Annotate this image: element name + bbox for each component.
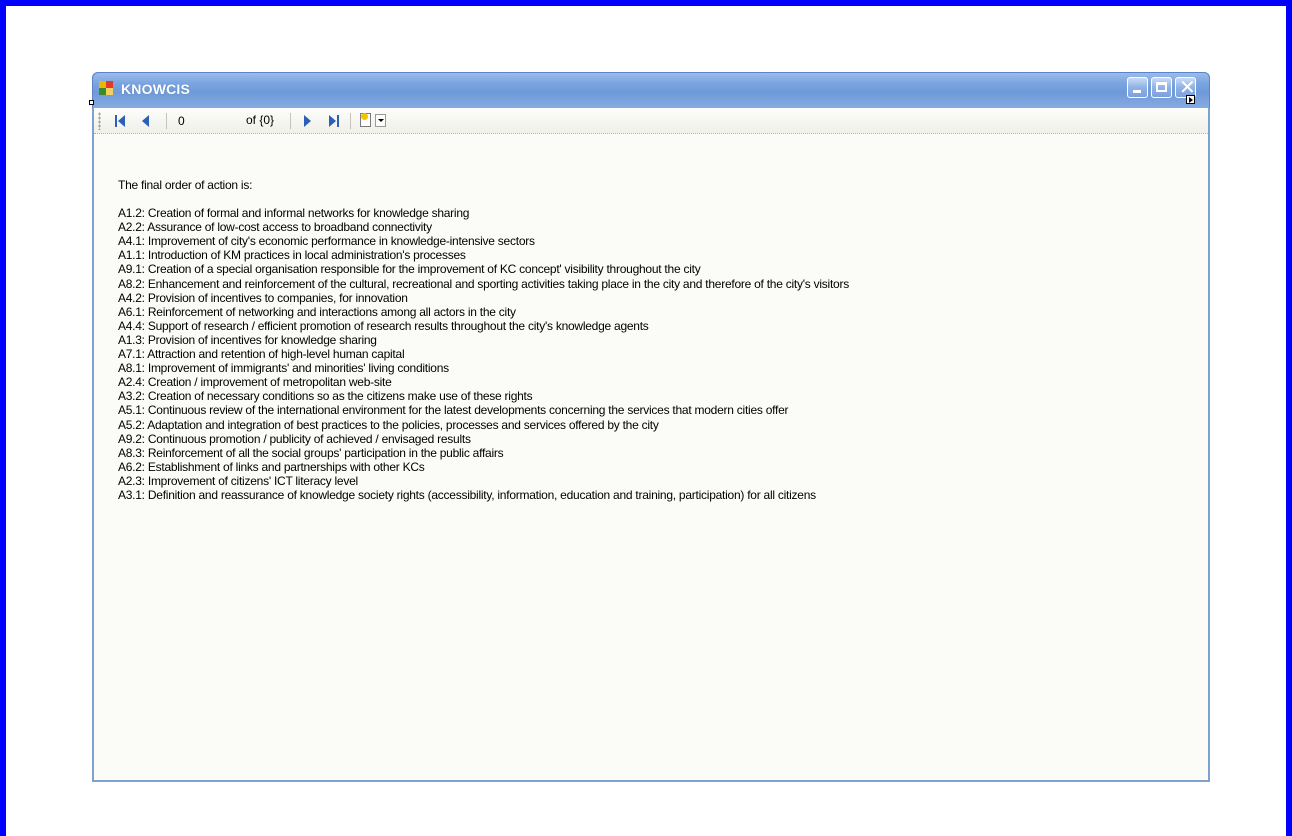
- move-last-button[interactable]: [326, 113, 342, 129]
- action-item: A1.2: Creation of formal and informal ne…: [118, 206, 470, 221]
- move-next-icon: [304, 115, 311, 127]
- action-item: A2.4: Creation / improvement of metropol…: [118, 375, 392, 390]
- action-item: A8.2: Enhancement and reinforcement of t…: [118, 276, 849, 291]
- new-document-icon: [360, 113, 371, 127]
- move-last-icon: [329, 115, 336, 127]
- selection-handle[interactable]: [89, 100, 94, 105]
- action-item: A8.3: Reinforcement of all the social gr…: [118, 445, 504, 460]
- action-item: A5.2: Adaptation and integration of best…: [118, 417, 659, 432]
- move-first-icon: [115, 115, 117, 127]
- action-item: A5.1: Continuous review of the internati…: [118, 403, 789, 418]
- action-list: A1.2: Creation of formal and informal ne…: [118, 206, 1198, 502]
- action-item: A2.2: Assurance of low-cost access to br…: [118, 220, 432, 235]
- count-label: of {0}: [246, 113, 275, 127]
- report-text: The final order of action is: A1.2: Crea…: [118, 178, 1198, 502]
- minimize-button[interactable]: [1127, 77, 1148, 98]
- toolbar-grip[interactable]: [98, 112, 101, 130]
- move-next-button[interactable]: [300, 113, 316, 129]
- action-item: A6.1: Reinforcement of networking and in…: [118, 304, 516, 319]
- action-item: A9.1: Creation of a special organisation…: [118, 262, 701, 277]
- smart-tag-icon[interactable]: [1186, 95, 1195, 104]
- action-item: A8.1: Improvement of immigrants' and min…: [118, 361, 449, 376]
- move-previous-icon: [142, 115, 149, 127]
- add-new-button[interactable]: [356, 111, 386, 131]
- title-bar[interactable]: KNOWCIS ✕: [92, 72, 1210, 108]
- action-item: A4.4: Support of research / efficient pr…: [118, 318, 649, 333]
- action-item: A4.1: Improvement of city's economic per…: [118, 234, 535, 249]
- action-item: A1.3: Provision of incentives for knowle…: [118, 332, 377, 347]
- action-item: A1.1: Introduction of KM practices in lo…: [118, 248, 466, 263]
- toolbar-separator: [350, 113, 351, 129]
- action-item: A4.2: Provision of incentives to compani…: [118, 290, 408, 305]
- action-item: A9.2: Continuous promotion / publicity o…: [118, 431, 471, 446]
- move-first-button[interactable]: [114, 113, 130, 129]
- binding-navigator: of {0}: [94, 108, 1208, 134]
- maximize-button[interactable]: [1151, 77, 1172, 98]
- app-window: KNOWCIS ✕ of {0}: [92, 72, 1210, 782]
- position-input[interactable]: [178, 112, 236, 129]
- action-item: A7.1: Attraction and retention of high-l…: [118, 347, 405, 362]
- move-previous-button[interactable]: [138, 113, 154, 129]
- action-item: A6.2: Establishment of links and partner…: [118, 459, 425, 474]
- dropdown-arrow-icon[interactable]: [375, 114, 386, 127]
- action-item: A2.3: Improvement of citizens' ICT liter…: [118, 473, 358, 488]
- action-item: A3.1: Definition and reassurance of know…: [118, 487, 816, 502]
- window-title: KNOWCIS: [121, 81, 191, 97]
- action-item: A3.2: Creation of necessary conditions s…: [118, 389, 533, 404]
- toolbar-separator: [290, 113, 291, 129]
- intro-text: The final order of action is:: [118, 178, 253, 192]
- toolbar-separator: [166, 113, 167, 129]
- app-icon: [99, 81, 113, 95]
